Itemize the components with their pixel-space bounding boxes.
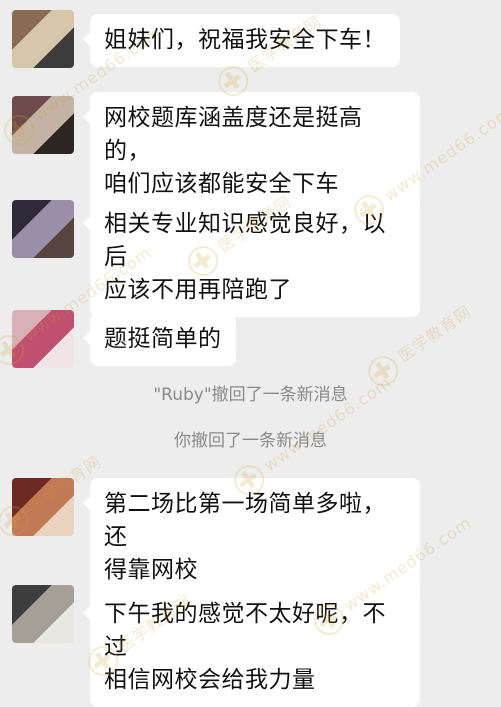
avatar[interactable]	[12, 10, 74, 68]
chat-window: 姐妹们，祝福我安全下车！ 网校题库涵盖度还是挺高的， 咱们应该都能安全下车 相关…	[0, 0, 501, 707]
system-notice: "Ruby"撤回了一条新消息	[153, 385, 348, 405]
avatar[interactable]	[12, 310, 74, 368]
system-notice: 你撤回了一条新消息	[174, 431, 327, 451]
message-bubble[interactable]: 题挺简单的	[83, 313, 236, 366]
message-bubble[interactable]: 相关专业知识感觉良好，以后 应该不用再陪跑了	[83, 198, 420, 317]
message-bubble[interactable]: 姐妹们，祝福我安全下车！	[83, 14, 400, 67]
avatar[interactable]	[12, 585, 74, 643]
avatar[interactable]	[12, 200, 74, 258]
avatar[interactable]	[12, 478, 74, 536]
message-bubble[interactable]: 网校题库涵盖度还是挺高的， 咱们应该都能安全下车	[83, 92, 420, 211]
message-bubble[interactable]: 第二场比第一场简单多啦，还 得靠网校	[83, 478, 420, 597]
message-bubble[interactable]: 下午我的感觉不太好呢，不过 相信网校会给我力量	[83, 588, 420, 707]
avatar[interactable]	[12, 96, 74, 154]
